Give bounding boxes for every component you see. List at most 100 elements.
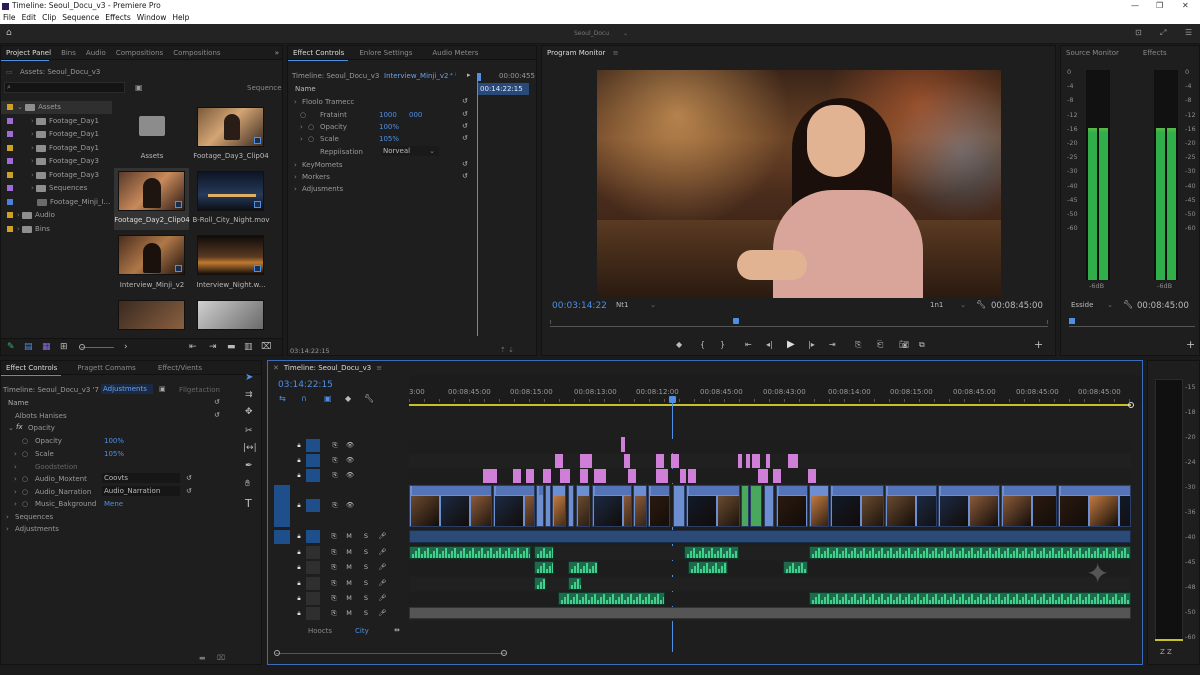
mute-icon[interactable]: M [343,592,355,605]
sync-lock-icon[interactable]: ⎘ [328,546,340,559]
reset-icon[interactable]: ↺ [186,487,192,495]
chevron-right-icon[interactable]: › [294,185,297,193]
menu-file[interactable]: File [0,13,19,22]
v1-clip[interactable] [648,485,670,527]
v1-clip[interactable] [776,485,808,527]
minimize-icon[interactable]: — [1131,0,1139,11]
pink-marker-clip[interactable] [560,469,570,483]
chevron-right-icon[interactable]: › [14,463,17,471]
fit-dropdown[interactable]: Nt1 ⌄ [616,301,656,311]
pink-marker-clip[interactable] [555,454,563,468]
source-fit-dropdown[interactable]: Esside ⌄ [1071,301,1113,311]
audio-clip-a6[interactable] [409,607,1131,619]
program-scrub-bar[interactable] [550,326,1048,327]
overwrite-icon[interactable]: ⎗ [877,340,883,350]
mark-out-icon[interactable]: } [720,340,725,349]
selection-tool-icon[interactable]: ➤ [245,372,253,383]
marker-icon[interactable]: ◆ [676,340,682,349]
solo-icon[interactable]: S [360,607,372,620]
lock-icon[interactable]: 🔒︎ [293,439,305,452]
trash-icon[interactable]: ⌧ [217,654,225,662]
zoom-scroll-left-handle[interactable] [274,650,280,656]
lock-icon[interactable]: 🔒︎ [293,561,305,574]
wrench-icon[interactable]: 🔧︎ [976,300,986,309]
chevron-right-icon[interactable]: › [14,488,17,496]
add-button-icon[interactable]: + [1186,338,1195,351]
ec-footer-icons[interactable]: ⇡ ⇣ [500,346,514,354]
automate-icon[interactable]: ⇤ [189,342,197,352]
tree-item-footage-day3-b[interactable]: › Footage_Day3 [1,169,99,182]
pink-marker-clip[interactable] [746,454,750,468]
tab-effects[interactable]: Effects [1138,46,1172,60]
workspace-label[interactable]: Seoul_Docu [574,30,609,37]
reset-icon[interactable]: ↺ [462,97,468,105]
tree-item-footage-day1[interactable]: › Footage_Day1 [1,115,99,128]
v1-clip[interactable] [545,485,551,527]
mute-icon[interactable]: M [343,546,355,559]
pink-marker-clip[interactable] [526,469,534,483]
expand-icon[interactable]: ⇹ [394,626,400,634]
new-item-icon[interactable]: ▥ [244,342,253,352]
tree-item-footage-day3[interactable]: › Footage_Day3 [1,155,99,168]
track-target-v4[interactable] [306,439,320,452]
reset-icon[interactable]: ↺ [462,110,468,118]
panel-menu-icon[interactable]: ≡ [376,364,382,372]
sync-lock-icon[interactable]: ⎘ [328,561,340,574]
audio-clip[interactable] [684,546,739,559]
stopwatch-icon[interactable]: ○ [22,475,28,483]
work-area-end-handle[interactable] [1128,402,1134,408]
tab-project-panel[interactable]: Project Panel [1,46,56,60]
tree-item-footage-minji[interactable]: Footage_Minji_I... [1,196,110,209]
pink-marker-clip[interactable] [680,469,686,483]
tree-item-assets[interactable]: ⌄ Assets [1,101,112,114]
solo-icon[interactable]: S [360,546,372,559]
source-playhead[interactable] [1069,318,1075,324]
step-back-icon[interactable]: ◂| [766,340,773,349]
track-target-a6[interactable] [306,607,320,620]
timeline-zoom-scroll[interactable] [276,653,506,654]
find-icon[interactable]: ⇥ [209,342,217,352]
trash-icon[interactable]: ⌧ [261,342,271,352]
sync-lock-icon[interactable]: ⎘ [329,439,341,452]
tab-effect-vients[interactable]: Effect/Vients [153,361,207,375]
menu-edit[interactable]: Edit [19,13,40,22]
audio-clip[interactable] [568,577,582,590]
v1-clip[interactable] [592,485,632,527]
list-view-icon[interactable]: ▤ [24,342,33,352]
pink-marker-clip[interactable] [752,454,760,468]
camera-icon[interactable]: 📷︎ [899,340,909,349]
ec-dropdown[interactable]: Norveal ⌄ [381,146,439,156]
v1-clip[interactable] [1001,485,1057,527]
audio-clip[interactable] [809,546,1131,559]
mute-icon[interactable]: M [343,607,355,620]
v1-clip[interactable] [938,485,1000,527]
track-target-v1[interactable] [306,499,320,512]
audio-clip[interactable] [534,577,546,590]
pink-marker-clip[interactable] [656,454,664,468]
home-icon[interactable]: ⌂ [6,28,12,38]
adjust-menu-icon[interactable]: ▣ [159,385,166,393]
tab-bins[interactable]: Bins [56,46,81,60]
tab-effect-controls[interactable]: Effect Controls [288,46,349,60]
program-timecode[interactable]: 00:03:14:22 [552,301,607,311]
reset-icon[interactable]: ↺ [462,134,468,142]
export-icon[interactable]: ⊡ [1135,28,1142,37]
reset-icon[interactable]: ↺ [462,172,468,180]
chevron-right-icon[interactable]: › [31,144,34,152]
audio-clip[interactable] [534,561,554,574]
maximize-icon[interactable]: ❐ [1156,0,1163,11]
freeform-view-icon[interactable]: ⊞ [60,342,68,352]
ec-row-value[interactable]: 1000 [379,111,397,119]
resolution-dropdown[interactable]: 1n1 ⌄ [930,301,966,311]
chevron-down-icon[interactable]: ⌄ [8,424,14,432]
track-select-tool-icon[interactable]: ⇉ [245,390,253,400]
insert-icon[interactable]: ⎘ [855,340,861,350]
fullscreen-icon[interactable]: ⤢ [1160,28,1166,38]
sync-lock-icon[interactable]: ⎘ [329,454,341,467]
audio-clip[interactable] [688,561,728,574]
chevron-right-icon[interactable]: › [294,173,297,181]
lock-icon[interactable]: 🔒︎ [293,499,305,512]
sync-lock-icon[interactable]: ⎘ [328,530,340,543]
chevron-right-icon[interactable]: › [31,117,34,125]
pink-marker-clip[interactable] [628,469,636,483]
